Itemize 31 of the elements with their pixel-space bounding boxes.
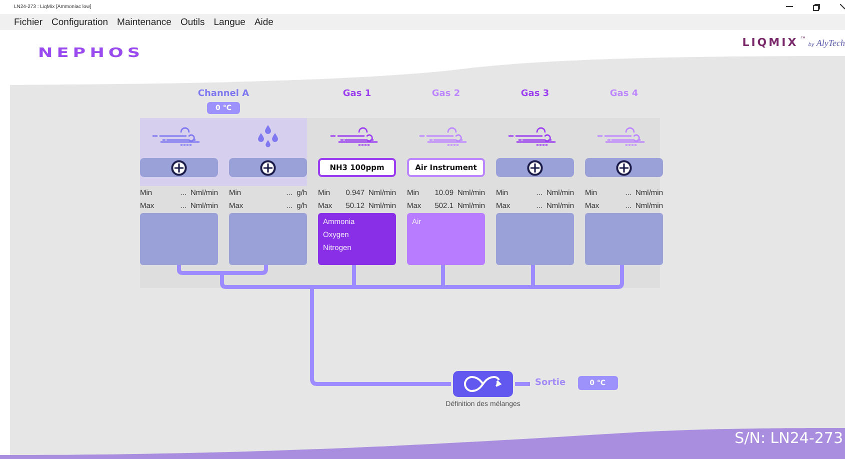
add-button[interactable] xyxy=(496,158,574,177)
channel-title: Gas 1 xyxy=(342,88,372,100)
output-label: Sortie xyxy=(535,378,566,388)
serial-number: S/N: LN24-273 xyxy=(734,429,843,447)
add-button[interactable] xyxy=(140,158,218,177)
close-icon[interactable] xyxy=(840,4,845,10)
nephos-logo: NEPHOS xyxy=(38,46,144,61)
droplets-icon xyxy=(257,124,279,148)
add-button[interactable] xyxy=(585,158,663,177)
minimize-icon[interactable] xyxy=(786,6,793,8)
brand-logo: LIQMIX xyxy=(742,36,798,49)
channel-title: Gas 2 xyxy=(432,88,460,100)
mixer-button[interactable] xyxy=(453,371,513,397)
menu-item[interactable]: Maintenance xyxy=(117,16,172,28)
add-icon xyxy=(616,160,632,176)
channel-title: Gas 3 xyxy=(520,88,550,100)
mix-loop-icon xyxy=(463,375,503,393)
add-icon xyxy=(527,160,543,176)
restore-icon[interactable] xyxy=(813,4,820,10)
menu-item[interactable]: Aide xyxy=(254,16,274,28)
add-icon xyxy=(260,160,276,176)
add-icon xyxy=(171,160,187,176)
maker-logo: AlyTech xyxy=(816,38,845,48)
menu-item[interactable]: Fichier xyxy=(14,16,43,28)
pipe xyxy=(515,382,530,386)
menu-item[interactable]: Outils xyxy=(180,16,205,28)
menu-item[interactable]: Langue xyxy=(214,16,246,28)
channel-title: Channel A xyxy=(198,88,250,100)
add-button[interactable] xyxy=(229,158,307,177)
channel-title: Gas 4 xyxy=(610,88,638,100)
menu-item[interactable]: Configuration xyxy=(52,16,108,28)
